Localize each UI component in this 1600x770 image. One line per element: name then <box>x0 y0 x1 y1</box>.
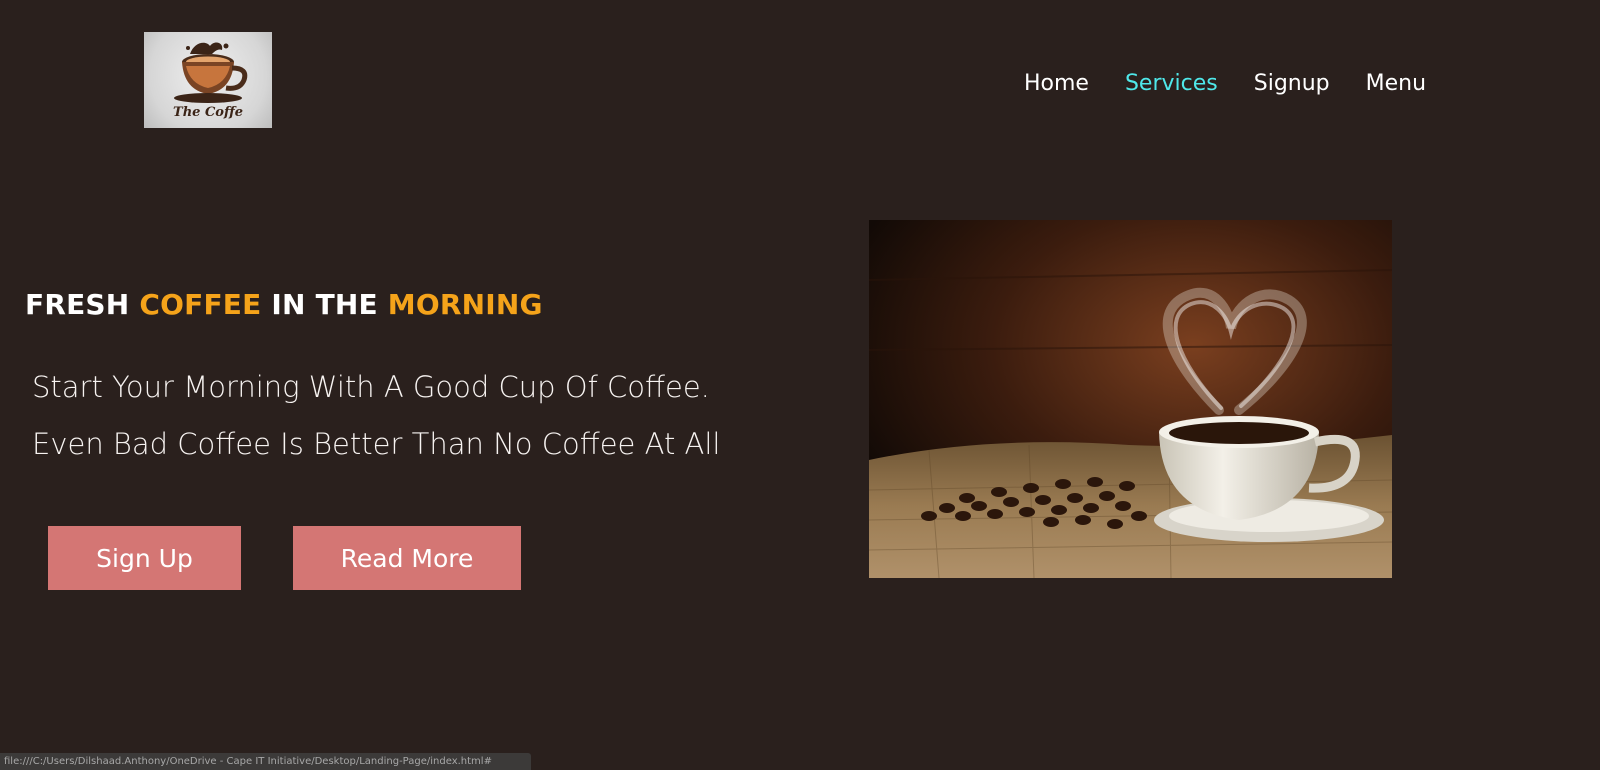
browser-status-bar: file:///C:/Users/Dilshaad.Anthony/OneDri… <box>0 753 531 770</box>
headline-part-in-the: IN THE <box>261 288 388 321</box>
hero-tagline-2: Even Bad Coffee Is Better Than No Coffee… <box>32 427 721 461</box>
logo-text: The Coffe <box>173 105 243 120</box>
logo[interactable]: The Coffe <box>144 32 272 128</box>
hero-coffee-image <box>869 220 1392 578</box>
read-more-button[interactable]: Read More <box>293 526 521 590</box>
nav-services[interactable]: Services <box>1125 64 1218 104</box>
coffee-cup-heart-steam-photo-icon <box>869 220 1392 578</box>
nav-home[interactable]: Home <box>1024 64 1089 104</box>
main-nav: Home Services Signup Menu <box>1024 64 1462 104</box>
hero-headline: FRESH COFFEE IN THE MORNING <box>25 288 543 321</box>
hero-tagline-1: Start Your Morning With A Good Cup Of Co… <box>32 370 710 404</box>
nav-menu[interactable]: Menu <box>1366 64 1426 104</box>
headline-part-coffee: COFFEE <box>139 288 262 321</box>
headline-part-morning: MORNING <box>387 288 543 321</box>
sign-up-button[interactable]: Sign Up <box>48 526 241 590</box>
headline-part-fresh: FRESH <box>25 288 140 321</box>
nav-signup[interactable]: Signup <box>1254 64 1330 104</box>
